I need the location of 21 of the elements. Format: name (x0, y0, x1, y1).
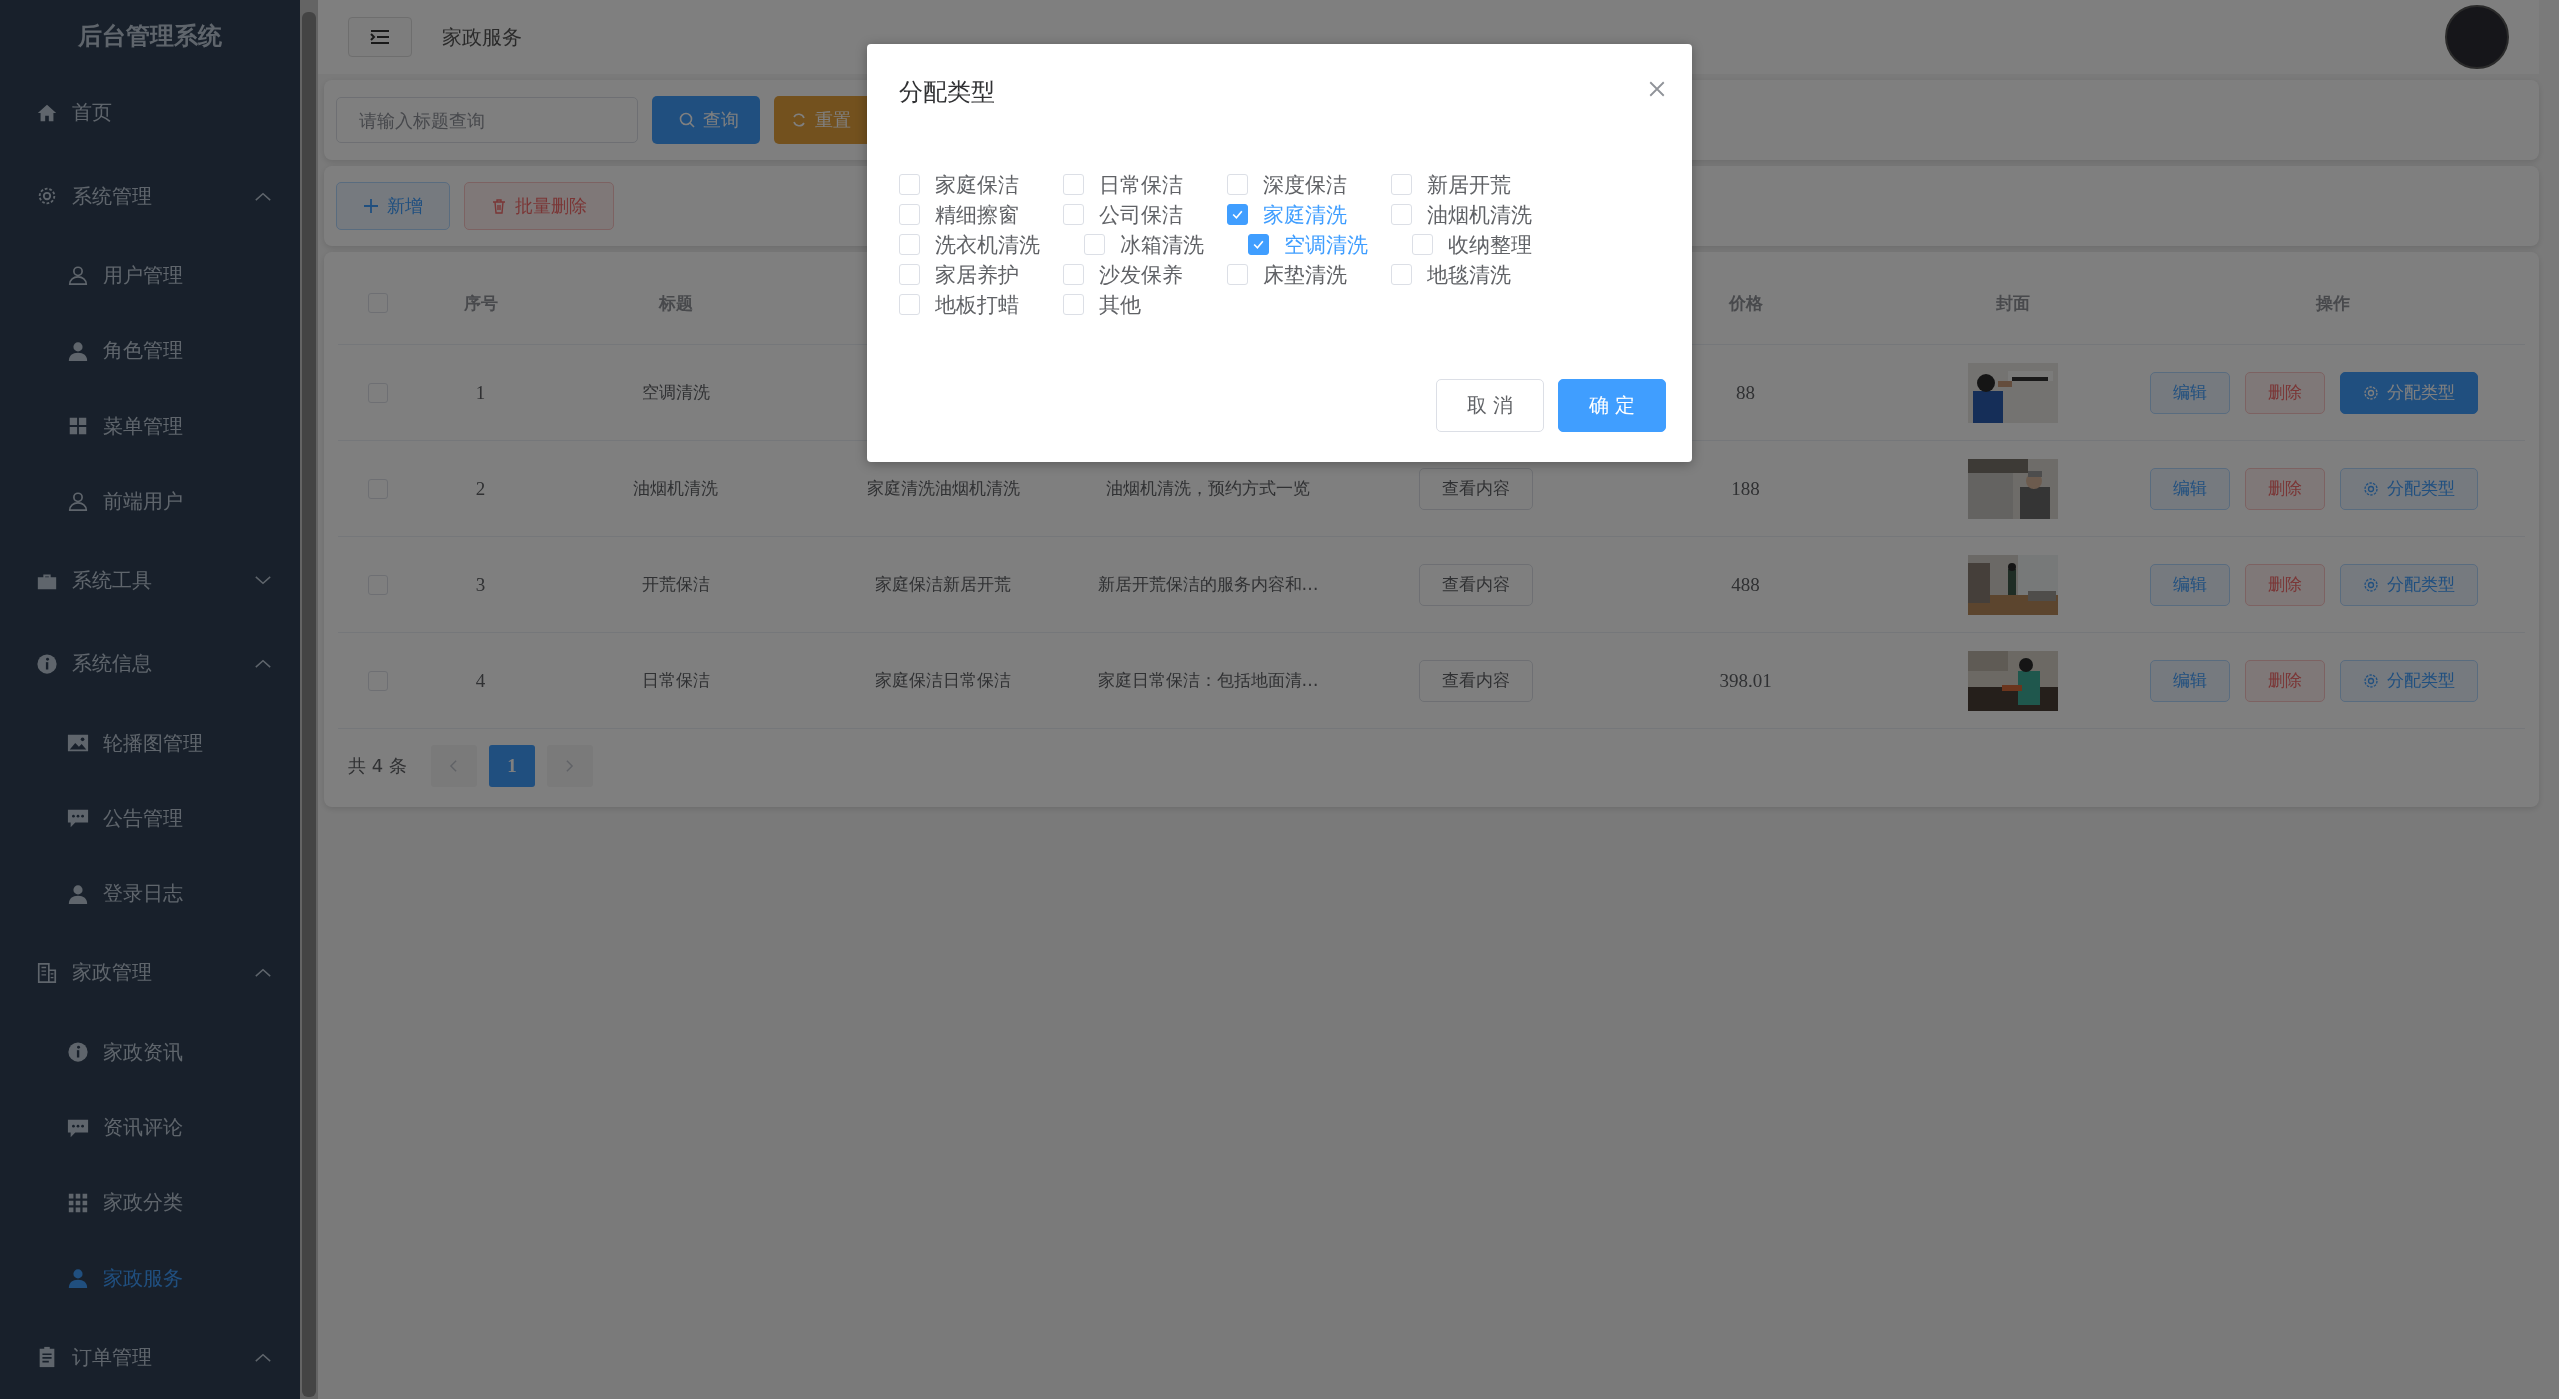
table-cell: 家庭保洁新居开荒 (875, 573, 1011, 596)
table-cell: 88 (1736, 381, 1755, 404)
table-cell: 188 (1731, 477, 1760, 500)
table-cell: 家庭清洗油烟机清洗 (866, 477, 1020, 500)
table-cell: 3 (475, 573, 486, 596)
table-cell: 空调清洗 (641, 381, 710, 404)
table-cell: 家庭日常保洁：包括地面清… (1097, 669, 1319, 692)
table-cell: 1 (475, 381, 486, 404)
table-cell: 488 (1731, 573, 1760, 596)
table-cell: 398.01 (1719, 669, 1772, 692)
table-cell: 开荒保洁 (641, 573, 710, 596)
table-cell: 2 (475, 477, 486, 500)
dialog-title: 分配类型 (899, 77, 995, 108)
table-cell: 油烟机清洗，预约方式一览 (1106, 477, 1310, 500)
table-cell: 4 (475, 669, 486, 692)
app-title: 后台管理系统 (77, 20, 223, 52)
table-cell: 油烟机清洗 (633, 477, 718, 500)
total-count: 共 4 条 (348, 754, 407, 778)
table-cell: 日常保洁 (641, 669, 710, 692)
table-cell: 家庭保洁日常保洁 (875, 669, 1011, 692)
table-cell: 新居开荒保洁的服务内容和… (1097, 573, 1319, 596)
